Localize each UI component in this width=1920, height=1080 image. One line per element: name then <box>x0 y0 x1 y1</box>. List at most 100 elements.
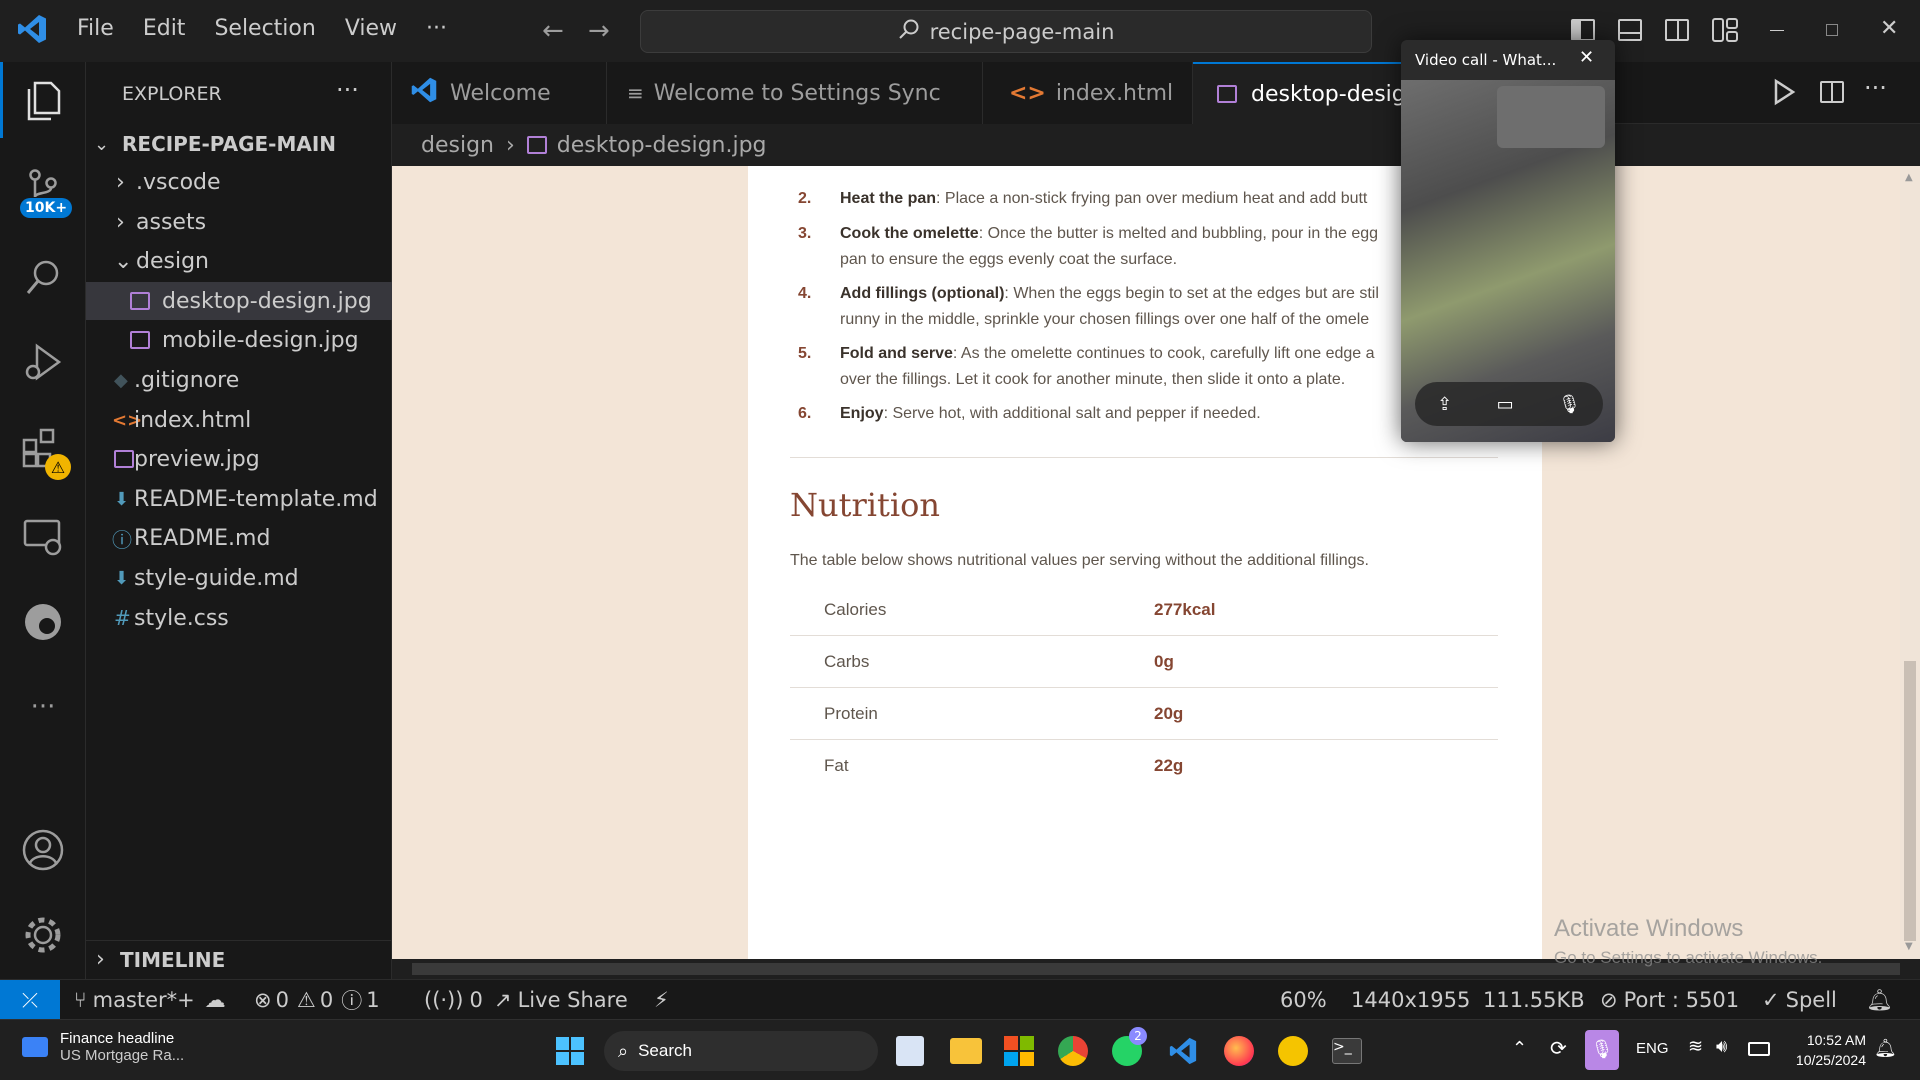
remote-indicator[interactable]: ⤫ <box>0 980 60 1020</box>
tab-index-html[interactable]: <> index.html <box>983 62 1193 124</box>
terminal-icon[interactable]: >_ <box>1332 1038 1362 1064</box>
tree-item-style-css[interactable]: # style.css <box>86 599 392 637</box>
vscode-taskbar-icon[interactable] <box>1168 1036 1198 1070</box>
microphone-icon[interactable]: 🎙︎ <box>1558 394 1581 415</box>
breadcrumb-file[interactable]: desktop-design.jpg <box>557 133 767 158</box>
vertical-scrollbar[interactable]: ▲ ▼ <box>1900 166 1920 959</box>
file-explorer-icon[interactable] <box>950 1038 982 1064</box>
restore-icon[interactable] <box>1826 24 1838 36</box>
tree-item-gitignore[interactable]: ◆ .gitignore <box>86 361 392 399</box>
tree-item-design[interactable]: ⌄ design <box>86 242 392 280</box>
menu-edit[interactable]: Edit <box>143 16 186 41</box>
tree-item-preview[interactable]: preview.jpg <box>86 440 392 478</box>
toggle-primary-sidebar-icon[interactable] <box>1571 19 1595 41</box>
tree-item-desktop-design[interactable]: desktop-design.jpg <box>86 282 392 320</box>
breadcrumb-folder[interactable]: design <box>421 133 494 158</box>
live-server-port[interactable]: ⊘ Port : 5501 <box>1600 980 1739 1020</box>
wifi-icon[interactable]: ≋ <box>1688 1036 1703 1057</box>
forward-arrow-icon[interactable]: → <box>588 16 610 46</box>
remote-explorer-icon[interactable] <box>18 512 68 562</box>
scroll-up-icon[interactable]: ▲ <box>1905 172 1913 183</box>
taskbar-search[interactable]: ⌕ Search <box>604 1031 878 1071</box>
spell-checker[interactable]: ✓ Spell <box>1762 980 1837 1020</box>
image-filesize: 111.55KB <box>1483 988 1585 1012</box>
volume-icon[interactable]: 🔊︎ <box>1716 1036 1727 1057</box>
spell-label: Spell <box>1785 988 1837 1012</box>
sync-icon[interactable]: ⟳ <box>1550 1036 1567 1060</box>
command-center-search[interactable]: recipe-page-main <box>640 10 1372 53</box>
explorer-icon[interactable] <box>18 75 68 125</box>
menu-selection[interactable]: Selection <box>214 16 315 41</box>
toggle-panel-icon[interactable] <box>1618 19 1642 41</box>
camera-icon[interactable]: ▭ <box>1497 394 1514 415</box>
menu-more[interactable]: ··· <box>426 16 447 41</box>
live-share-button[interactable]: ↗ Live Share <box>494 980 628 1020</box>
close-window-icon[interactable]: ✕ <box>1880 16 1898 41</box>
tree-item-vscode[interactable]: › .vscode <box>86 163 392 201</box>
tree-item-readme-template[interactable]: ⬇ README-template.md <box>86 480 392 518</box>
explorer-more-button[interactable]: ··· <box>336 76 359 104</box>
manage-gear-icon[interactable] <box>18 910 68 960</box>
minimize-icon[interactable] <box>1770 30 1784 31</box>
start-button[interactable] <box>556 1037 584 1065</box>
vscode-logo-icon <box>410 76 438 110</box>
show-hidden-icons[interactable]: ⌃ <box>1512 1038 1527 1059</box>
menu-file[interactable]: File <box>77 16 114 41</box>
clock[interactable]: 10:52 AM 10/25/2024 <box>1786 1030 1866 1070</box>
ports-indicator[interactable]: ((·)) 0 <box>424 980 483 1020</box>
close-icon[interactable]: ✕ <box>1579 47 1594 68</box>
tree-item-mobile-design[interactable]: mobile-design.jpg <box>86 321 392 359</box>
cloud-sync-icon: ☁ <box>204 988 226 1012</box>
tab-welcome[interactable]: Welcome <box>392 62 607 124</box>
tab-desktop-design[interactable]: desktop-desig <box>1193 62 1413 124</box>
share-screen-icon[interactable]: ⇪ <box>1437 394 1452 415</box>
live-share-icon: ↗ <box>494 988 512 1012</box>
zoom-level[interactable]: 60% <box>1280 980 1327 1020</box>
git-branch[interactable]: ⑂ master*+ ☁ <box>74 980 226 1020</box>
chevron-down-icon: ⌄ <box>94 133 110 155</box>
tree-item-assets[interactable]: › assets <box>86 203 392 241</box>
scroll-down-icon[interactable]: ▼ <box>1905 941 1913 952</box>
info-icon: ⓘ <box>112 527 132 552</box>
html-icon: <> <box>112 409 143 431</box>
language-indicator[interactable]: ENG <box>1636 1040 1669 1057</box>
workspace-root[interactable]: ⌄ RECIPE-PAGE-MAIN <box>86 125 392 163</box>
menu-view[interactable]: View <box>345 16 397 41</box>
problems-indicator[interactable]: ⊗ 0 ⚠ 0 ⓘ 1 <box>254 980 380 1020</box>
customize-layout-icon[interactable] <box>1712 18 1738 42</box>
activate-windows-subtitle: Go to Settings to activate Windows. <box>1554 948 1823 967</box>
tab-settings-sync[interactable]: ≡ Welcome to Settings Sync <box>607 62 983 124</box>
video-call-window[interactable]: Video call - What... ✕ ⇪ ▭ 🎙︎ <box>1401 40 1615 442</box>
battery-icon[interactable] <box>1748 1042 1770 1056</box>
news-widget[interactable]: Finance headline US Mortgage Ra... <box>22 1030 184 1064</box>
scrollbar-thumb[interactable] <box>1904 661 1916 941</box>
warning-count: 0 <box>319 988 334 1012</box>
microsoft-store-icon[interactable] <box>1004 1036 1034 1066</box>
tree-item-style-guide[interactable]: ⬇ style-guide.md <box>86 559 392 597</box>
more-views-icon[interactable]: ··· <box>18 682 68 732</box>
lightning-icon[interactable]: ⚡ <box>654 980 669 1020</box>
chrome-icon[interactable] <box>1058 1036 1088 1066</box>
css-icon: # <box>114 606 131 630</box>
title-bar: File Edit Selection View ··· ← → recipe-… <box>0 0 1920 62</box>
split-editor-icon[interactable] <box>1820 81 1844 103</box>
search-sidebar-icon[interactable] <box>18 252 68 302</box>
accounts-icon[interactable] <box>18 825 68 875</box>
tree-item-readme[interactable]: ⓘ README.md <box>86 519 392 557</box>
notepad-icon[interactable] <box>896 1036 924 1066</box>
notification-bell-icon[interactable]: 🔔︎ <box>1874 1038 1897 1059</box>
toggle-secondary-sidebar-icon[interactable] <box>1665 19 1689 41</box>
editor-more-icon[interactable]: ··· <box>1864 74 1887 102</box>
firefox-icon[interactable] <box>1224 1036 1254 1066</box>
tree-item-label: preview.jpg <box>134 446 260 472</box>
download-manager-icon[interactable] <box>1278 1036 1308 1066</box>
run-icon[interactable] <box>1772 78 1796 110</box>
tree-item-index-html[interactable]: <> index.html <box>86 401 392 439</box>
back-arrow-icon[interactable]: ← <box>542 16 564 46</box>
run-debug-icon[interactable] <box>18 337 68 387</box>
tree-item-label: .gitignore <box>134 367 240 393</box>
edge-devtools-icon[interactable] <box>18 597 68 647</box>
timeline-section[interactable]: › TIMELINE <box>86 940 392 978</box>
mic-in-use-icon[interactable]: 🎙︎ <box>1585 1030 1619 1070</box>
notifications-bell-icon[interactable]: 🔔︎ <box>1866 980 1893 1020</box>
